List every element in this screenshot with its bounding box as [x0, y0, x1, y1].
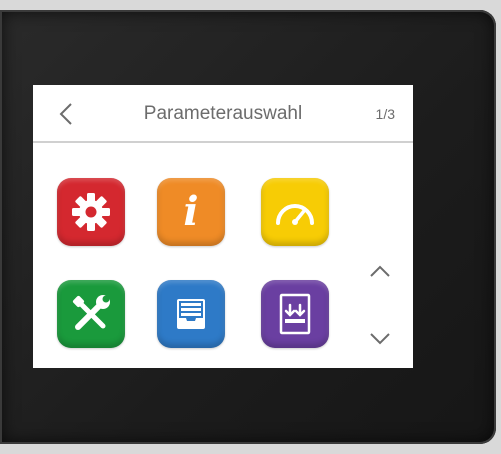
download-tile[interactable] [261, 280, 329, 348]
scroll-down-button[interactable] [365, 326, 395, 352]
page-indicator: 1/3 [375, 106, 395, 122]
wrench-screwdriver-icon [72, 295, 110, 330]
chevron-down-icon [370, 333, 390, 345]
archive-tray-icon [177, 299, 205, 329]
info-icon: i [183, 188, 199, 235]
chevron-up-icon [370, 265, 390, 277]
gauge-icon [276, 204, 314, 225]
chevron-left-icon [59, 103, 72, 125]
screen-header: Parameterauswahl 1/3 [33, 85, 413, 143]
settings-tile[interactable] [57, 178, 125, 246]
info-tile[interactable]: i [157, 178, 225, 246]
archive-tile[interactable] [157, 280, 225, 348]
gauge-tile[interactable] [261, 178, 329, 246]
scroll-up-button[interactable] [365, 258, 395, 284]
touch-screen: Parameterauswahl 1/3 i [33, 85, 413, 368]
download-icon [279, 293, 311, 335]
back-button[interactable] [53, 99, 79, 129]
gear-icon [72, 193, 110, 231]
page-title: Parameterauswahl [143, 103, 303, 124]
service-tile[interactable] [57, 280, 125, 348]
